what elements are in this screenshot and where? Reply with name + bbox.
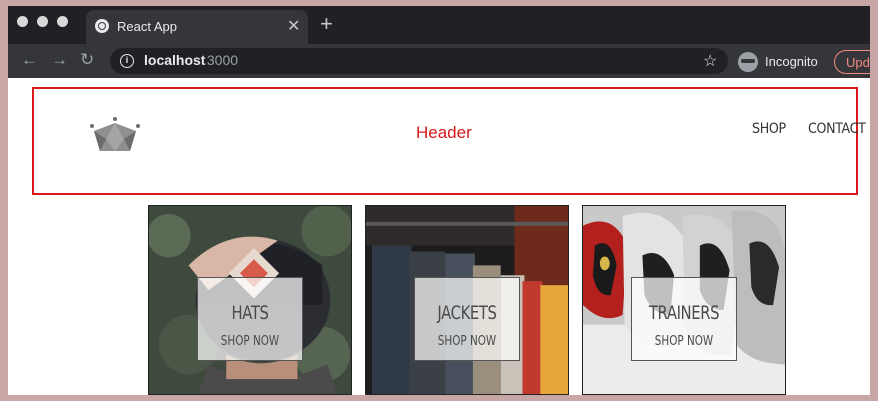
shop-now-label: SHOP NOW xyxy=(437,334,497,349)
header-label: Header xyxy=(416,123,472,142)
category-title: TRAINERS xyxy=(648,302,720,324)
page-header: Header SHOP CONTACT xyxy=(32,87,866,195)
browser-window: React App ✕ + ← → ↻ i localhost :3000 ☆ … xyxy=(8,6,870,395)
bookmark-star-icon[interactable]: ☆ xyxy=(703,51,717,71)
browser-toolbar: ← → ↻ i localhost :3000 ☆ Incognito Upd xyxy=(8,44,870,78)
address-bar[interactable]: i localhost :3000 ☆ xyxy=(110,48,728,74)
window-close-dot[interactable] xyxy=(17,16,28,27)
globe-icon xyxy=(95,19,109,33)
incognito-label: Incognito xyxy=(765,54,818,69)
forward-arrow-icon[interactable]: → xyxy=(51,50,68,70)
category-card-trainers[interactable]: TRAINERS SHOP NOW xyxy=(582,205,786,395)
tab-bar: React App ✕ + xyxy=(8,6,870,44)
nav-link-contact[interactable]: CONTACT xyxy=(808,121,866,137)
reload-icon[interactable]: ↻ xyxy=(80,50,94,70)
category-title: JACKETS xyxy=(437,302,497,324)
shop-now-label: SHOP NOW xyxy=(654,334,714,349)
browser-tab[interactable]: React App ✕ xyxy=(86,10,308,44)
close-icon[interactable]: ✕ xyxy=(287,16,300,36)
url-port: :3000 xyxy=(203,52,239,68)
shop-now-label: SHOP NOW xyxy=(220,334,280,349)
update-button[interactable]: Upd xyxy=(834,50,870,74)
category-overlay[interactable]: HATS SHOP NOW xyxy=(197,277,303,361)
nav-link-shop[interactable]: SHOP xyxy=(752,121,786,137)
window-maximize-dot[interactable] xyxy=(57,16,68,27)
site-info-icon[interactable]: i xyxy=(120,54,134,68)
window-minimize-dot[interactable] xyxy=(37,16,48,27)
category-overlay[interactable]: TRAINERS SHOP NOW xyxy=(631,277,737,361)
url-host: localhost xyxy=(144,52,206,68)
category-card-hats[interactable]: HATS SHOP NOW xyxy=(148,205,352,395)
back-arrow-icon[interactable]: ← xyxy=(21,50,38,70)
category-overlay[interactable]: JACKETS SHOP NOW xyxy=(414,277,520,361)
new-tab-icon[interactable]: + xyxy=(320,11,333,37)
incognito-icon[interactable] xyxy=(738,52,758,72)
category-title: HATS xyxy=(231,302,269,324)
tab-title: React App xyxy=(117,19,177,34)
category-card-jackets[interactable]: JACKETS SHOP NOW xyxy=(365,205,569,395)
crown-logo-icon[interactable] xyxy=(89,117,141,157)
